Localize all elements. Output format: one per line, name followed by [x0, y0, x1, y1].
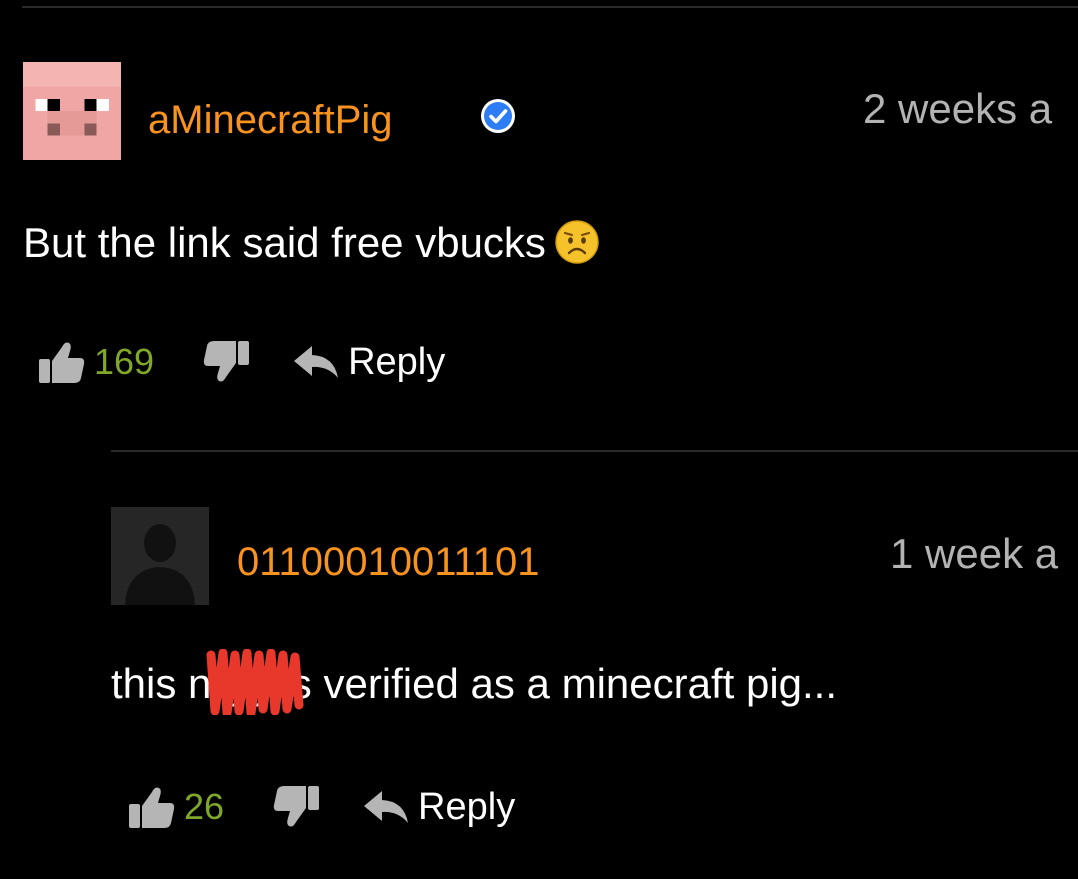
timestamp: 2 weeks a: [863, 85, 1053, 132]
comment-actions: 169 Reply: [38, 337, 445, 387]
dislike-button[interactable]: [272, 784, 320, 830]
default-silhouette-avatar[interactable]: [111, 507, 209, 605]
reply-divider: [111, 450, 1078, 452]
reply-label: Reply: [348, 340, 446, 383]
thumbs-up-icon: [39, 342, 85, 383]
redacted-word: igga: [206, 649, 304, 715]
like-button[interactable]: 26: [128, 784, 224, 830]
comment-text: But the link said free vbucks: [23, 219, 600, 265]
thumbs-down-icon: [203, 341, 250, 382]
comment-body: But the link said free vbucks: [23, 219, 546, 266]
thumbs-up-icon: [129, 787, 175, 828]
comment-body-end: s verified as a minecraft pig...: [290, 660, 838, 707]
username[interactable]: 01100010011101: [237, 542, 540, 582]
thumbs-down-icon: [273, 786, 320, 827]
worried-face-icon: [555, 220, 599, 264]
like-count: 26: [184, 786, 225, 827]
minecraft-pig-avatar[interactable]: [23, 62, 121, 160]
top-divider: [22, 6, 1078, 8]
comment-body-start: this n: [111, 660, 212, 707]
reply-button[interactable]: Reply: [362, 786, 515, 829]
comment-text: this nigga s verified as a minecraft pig…: [111, 649, 838, 715]
like-count: 169: [94, 341, 155, 382]
comment-actions: 26 Reply: [128, 782, 515, 832]
reply-arrow-icon: [294, 346, 339, 378]
timestamp: 1 week a: [890, 530, 1059, 577]
username[interactable]: aMinecraftPig: [148, 100, 393, 140]
like-button[interactable]: 169: [38, 339, 154, 385]
verified-badge-icon: [481, 99, 515, 133]
reply-label: Reply: [418, 785, 516, 828]
reply-arrow-icon: [364, 791, 409, 823]
reply-button[interactable]: Reply: [292, 341, 445, 384]
red-scribble-redaction: [206, 649, 304, 715]
dislike-button[interactable]: [202, 339, 250, 385]
